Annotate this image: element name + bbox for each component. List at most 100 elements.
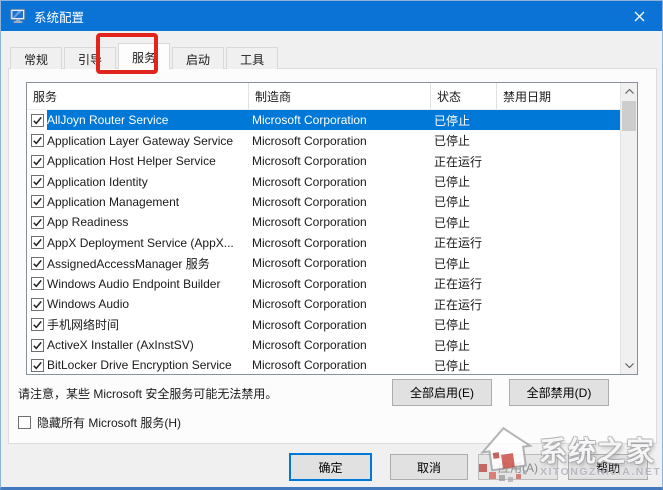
status-cell: 已停止 <box>428 255 494 272</box>
help-button[interactable]: 帮助 <box>568 454 648 480</box>
scrollbar-track[interactable] <box>621 131 637 357</box>
service-row[interactable]: Application Host Helper ServiceMicrosoft… <box>27 151 620 171</box>
service-row[interactable]: Application IdentityMicrosoft Corporatio… <box>27 171 620 191</box>
scrollbar-thumb[interactable] <box>622 101 636 131</box>
column-header-date-disabled[interactable]: 禁用日期 <box>497 83 620 109</box>
service-checkbox[interactable] <box>31 134 44 147</box>
status-cell: 已停止 <box>428 337 494 354</box>
service-name-cell: Application Layer Gateway Service <box>44 134 246 148</box>
manufacturer-cell: Microsoft Corporation <box>246 358 428 372</box>
tab-bar: 常规引导服务启动工具 <box>10 44 280 69</box>
system-config-dialog: 系统配置 常规引导服务启动工具 服务制造商状态禁用日期 AllJoyn Rout… <box>0 0 663 490</box>
enable-all-button[interactable]: 全部启用(E) <box>392 379 492 406</box>
manufacturer-cell: Microsoft Corporation <box>246 113 428 127</box>
service-row[interactable]: ActiveX Installer (AxInstSV)Microsoft Co… <box>27 335 620 355</box>
hide-microsoft-services-checkbox[interactable] <box>18 416 31 429</box>
tab-boot[interactable]: 引导 <box>64 47 116 69</box>
hide-microsoft-services-row[interactable]: 隐藏所有 Microsoft 服务(H) <box>18 414 181 431</box>
tab-tools[interactable]: 工具 <box>226 47 278 69</box>
service-row[interactable]: App ReadinessMicrosoft Corporation已停止 <box>27 212 620 232</box>
service-name-cell: Windows Audio Endpoint Builder <box>44 277 246 291</box>
service-row[interactable]: 手机网络时间Microsoft Corporation已停止 <box>27 314 620 334</box>
services-table: 服务制造商状态禁用日期 AllJoyn Router ServiceMicros… <box>26 82 638 375</box>
manufacturer-cell: Microsoft Corporation <box>246 318 428 332</box>
checkmark-icon <box>32 278 43 289</box>
service-row[interactable]: Windows AudioMicrosoft Corporation正在运行 <box>27 294 620 314</box>
services-tab-page: 服务制造商状态禁用日期 AllJoyn Router ServiceMicros… <box>8 68 657 444</box>
chevron-down-icon <box>625 363 634 368</box>
scroll-down-button[interactable] <box>621 357 637 374</box>
service-row[interactable]: BitLocker Drive Encryption ServiceMicros… <box>27 355 620 374</box>
checkmark-icon <box>32 340 43 351</box>
disable-all-button[interactable]: 全部禁用(D) <box>509 379 609 406</box>
service-name-cell: App Readiness <box>44 215 246 229</box>
manufacturer-cell: Microsoft Corporation <box>246 195 428 209</box>
msconfig-monitor-icon <box>10 8 26 24</box>
tab-general[interactable]: 常规 <box>10 47 62 69</box>
service-checkbox[interactable] <box>31 359 44 372</box>
chevron-up-icon <box>625 89 634 94</box>
service-checkbox[interactable] <box>31 155 44 168</box>
column-header-status[interactable]: 状态 <box>431 83 497 109</box>
service-row[interactable]: Windows Audio Endpoint BuilderMicrosoft … <box>27 274 620 294</box>
manufacturer-cell: Microsoft Corporation <box>246 338 428 352</box>
manufacturer-cell: Microsoft Corporation <box>246 154 428 168</box>
manufacturer-cell: Microsoft Corporation <box>246 134 428 148</box>
status-cell: 已停止 <box>428 112 494 129</box>
service-name-cell: Application Host Helper Service <box>44 154 246 168</box>
ok-button[interactable]: 确定 <box>289 453 372 481</box>
service-checkbox[interactable] <box>31 216 44 229</box>
service-checkbox[interactable] <box>31 277 44 290</box>
warning-note: 请注意，某些 Microsoft 安全服务可能无法禁用。 <box>18 385 277 402</box>
status-cell: 已停止 <box>428 357 494 374</box>
tab-startup[interactable]: 启动 <box>172 47 224 69</box>
hide-microsoft-services-label: 隐藏所有 Microsoft 服务(H) <box>37 414 181 431</box>
title-bar: 系统配置 <box>1 1 662 31</box>
checkmark-icon <box>32 319 43 330</box>
checkmark-icon <box>32 299 43 310</box>
table-header: 服务制造商状态禁用日期 <box>27 83 620 110</box>
cancel-button[interactable]: 取消 <box>390 454 468 480</box>
table-body: AllJoyn Router ServiceMicrosoft Corporat… <box>27 110 620 374</box>
checkmark-icon <box>32 196 43 207</box>
service-row[interactable]: Application ManagementMicrosoft Corporat… <box>27 192 620 212</box>
service-checkbox[interactable] <box>31 114 44 127</box>
checkmark-icon <box>32 217 43 228</box>
service-checkbox[interactable] <box>31 195 44 208</box>
service-checkbox[interactable] <box>31 339 44 352</box>
status-cell: 已停止 <box>428 214 494 231</box>
status-cell: 正在运行 <box>428 153 494 170</box>
vertical-scrollbar[interactable] <box>620 83 637 374</box>
service-checkbox[interactable] <box>31 236 44 249</box>
checkmark-icon <box>32 258 43 269</box>
tab-services[interactable]: 服务 <box>118 43 170 70</box>
service-name-cell: AssignedAccessManager 服务 <box>44 255 246 272</box>
service-row[interactable]: Application Layer Gateway ServiceMicroso… <box>27 130 620 150</box>
checkmark-icon <box>32 237 43 248</box>
service-name-cell: AllJoyn Router Service <box>44 113 246 127</box>
close-x-icon <box>634 11 645 22</box>
service-name-cell: Application Identity <box>44 175 246 189</box>
column-header-service[interactable]: 服务 <box>27 83 249 109</box>
status-cell: 已停止 <box>428 132 494 149</box>
service-checkbox[interactable] <box>31 318 44 331</box>
service-row[interactable]: AssignedAccessManager 服务Microsoft Corpor… <box>27 253 620 273</box>
checkmark-icon <box>32 176 43 187</box>
service-name-cell: ActiveX Installer (AxInstSV) <box>44 338 246 352</box>
service-row[interactable]: AllJoyn Router ServiceMicrosoft Corporat… <box>27 110 620 130</box>
service-name-cell: Application Management <box>44 195 246 209</box>
window-title: 系统配置 <box>34 7 84 26</box>
close-button[interactable] <box>617 1 662 31</box>
apply-button[interactable]: 应用(A) <box>478 454 558 480</box>
service-checkbox[interactable] <box>31 257 44 270</box>
service-name-cell: Windows Audio <box>44 297 246 311</box>
service-checkbox[interactable] <box>31 298 44 311</box>
service-name-cell: BitLocker Drive Encryption Service <box>44 358 246 372</box>
scroll-up-button[interactable] <box>621 83 637 100</box>
service-row[interactable]: AppX Deployment Service (AppX...Microsof… <box>27 233 620 253</box>
service-checkbox[interactable] <box>31 175 44 188</box>
column-header-manufacturer[interactable]: 制造商 <box>249 83 431 109</box>
service-name-cell: AppX Deployment Service (AppX... <box>44 236 246 250</box>
status-cell: 已停止 <box>428 193 494 210</box>
manufacturer-cell: Microsoft Corporation <box>246 215 428 229</box>
